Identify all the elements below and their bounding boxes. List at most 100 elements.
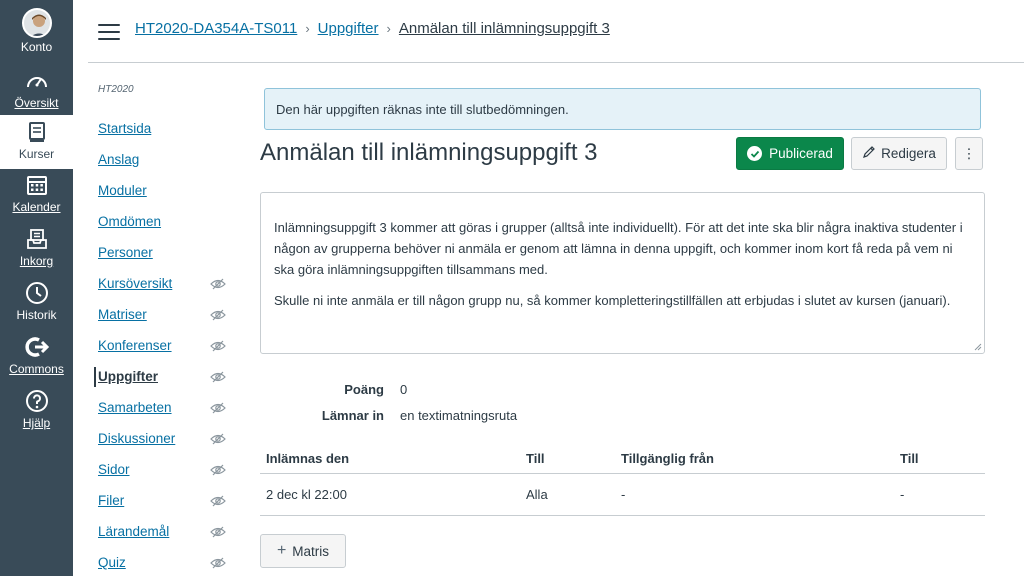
eye-slash-icon xyxy=(210,340,226,351)
eye-slash-icon xyxy=(210,309,226,320)
eye-slash-icon xyxy=(210,402,226,413)
course-nav-item[interactable]: Samarbeten xyxy=(98,392,238,423)
course-nav-item[interactable]: Sidor xyxy=(98,454,238,485)
eye-slash-icon xyxy=(210,526,226,537)
global-nav: Konto Översikt Kurser Kalender Inkorg Hi… xyxy=(0,0,73,576)
cell-until: - xyxy=(900,487,905,502)
breadcrumb-current[interactable]: Anmälan till inlämningsuppgift 3 xyxy=(399,20,610,37)
course-nav-list: Startsida Anslag Moduler Omdömen Personer Kur… xyxy=(94,113,238,576)
breadcrumb-assignments-link[interactable]: Uppgifter xyxy=(318,20,379,37)
course-nav-item[interactable]: Kursöversikt xyxy=(98,268,238,299)
more-options-button[interactable]: ⋮ xyxy=(955,137,983,170)
table-header-row: Inlämnas den Till Tillgänglig från Till xyxy=(260,444,985,474)
course-nav-item[interactable]: Matriser xyxy=(98,299,238,330)
course-nav-item[interactable]: Konferenser xyxy=(98,330,238,361)
due-dates-table: Inlämnas den Till Tillgänglig från Till … xyxy=(260,444,985,516)
course-nav-item-label: Anslag xyxy=(98,152,140,167)
eye-slash-icon xyxy=(210,495,226,506)
course-nav-item[interactable]: Anslag xyxy=(98,144,238,175)
global-nav-commons[interactable]: Commons xyxy=(0,330,73,384)
course-nav-item-label: Moduler xyxy=(98,183,147,198)
eye-slash-icon xyxy=(210,464,226,475)
global-nav-inbox[interactable]: Inkorg xyxy=(0,222,73,276)
pencil-icon xyxy=(862,145,881,162)
edit-label: Redigera xyxy=(881,146,936,161)
course-nav-item[interactable]: Filer xyxy=(98,485,238,516)
edit-button[interactable]: Redigera xyxy=(851,137,947,170)
submission-type-label: Lämnar in xyxy=(321,407,384,423)
cell-for: Alla xyxy=(526,487,548,502)
course-nav-item-label: Personer xyxy=(98,245,153,260)
course-nav-item[interactable]: Diskussioner xyxy=(98,423,238,454)
assignment-title: Anmälan till inlämningsuppgift 3 xyxy=(260,139,598,166)
global-nav-calendar[interactable]: Kalender xyxy=(0,168,73,222)
course-nav-item[interactable]: Omdömen xyxy=(98,206,238,237)
calendar-icon xyxy=(24,172,50,198)
course-nav-item-label: Startsida xyxy=(98,121,152,136)
course-nav-item-label: Sidor xyxy=(98,462,130,477)
assignment-description: Inlämningsuppgift 3 kommer att göras i g… xyxy=(260,192,985,354)
course-nav-item[interactable]: Quiz xyxy=(98,547,238,576)
breadcrumb: HT2020-DA354A-TS011 › Uppgifter › Anmäla… xyxy=(135,20,610,37)
course-nav-item-label: Quiz xyxy=(98,555,126,570)
eye-slash-icon xyxy=(210,278,226,289)
dashboard-icon xyxy=(24,68,50,94)
breadcrumb-separator: › xyxy=(305,21,310,36)
eye-slash-icon xyxy=(210,371,226,382)
eye-slash-icon xyxy=(210,433,226,444)
cell-available-from: - xyxy=(621,487,626,502)
course-nav-item[interactable]: Lärandemål xyxy=(98,516,238,547)
course-nav-item-label: Lärandemål xyxy=(98,524,170,539)
course-nav-item[interactable]: Startsida xyxy=(98,113,238,144)
description-paragraph: Skulle ni inte anmäla er till någon grup… xyxy=(274,293,951,308)
breadcrumb-course-link[interactable]: HT2020-DA354A-TS011 xyxy=(135,20,297,37)
cell-due-date: 2 dec kl 22:00 xyxy=(266,487,347,502)
column-header-available-from: Tillgänglig från xyxy=(621,451,714,466)
global-nav-help[interactable]: Hjälp xyxy=(0,384,73,438)
more-vertical-icon: ⋮ xyxy=(962,145,976,161)
course-nav-item-label: Uppgifter xyxy=(98,369,158,384)
book-icon xyxy=(24,119,50,145)
breadcrumb-separator: › xyxy=(386,21,391,36)
plus-icon: + xyxy=(276,542,287,559)
course-nav-item-label: Matriser xyxy=(98,307,147,322)
global-nav-account-label: Konto xyxy=(20,40,53,54)
published-label: Publicerad xyxy=(769,146,833,161)
grading-notice: Den här uppgiften räknas inte till slutb… xyxy=(264,88,981,130)
global-nav-account[interactable]: Konto xyxy=(0,2,73,56)
course-nav-item-label: Konferenser xyxy=(98,338,172,353)
course-nav: HT2020 Startsida Anslag Moduler Omdömen Pers… xyxy=(94,84,238,576)
add-rubric-button[interactable]: + Matris xyxy=(260,534,346,568)
published-button[interactable]: Publicerad xyxy=(736,137,844,170)
column-header-until: Till xyxy=(900,451,919,466)
course-menu-toggle[interactable] xyxy=(98,24,120,40)
resize-handle-icon[interactable] xyxy=(974,343,982,351)
points-row: Poäng 0 xyxy=(260,376,517,402)
course-nav-item[interactable]: Moduler xyxy=(98,175,238,206)
global-nav-inbox-label: Inkorg xyxy=(19,254,54,268)
global-nav-help-label: Hjälp xyxy=(22,416,51,430)
column-header-due: Inlämnas den xyxy=(266,451,350,466)
global-nav-courses-label: Kurser xyxy=(18,147,55,161)
global-nav-calendar-label: Kalender xyxy=(12,200,61,214)
eye-slash-icon xyxy=(210,557,226,568)
description-paragraph: Inlämningsuppgift 3 kommer att göras i g… xyxy=(274,220,963,277)
clock-icon xyxy=(24,280,50,306)
global-nav-courses[interactable]: Kurser xyxy=(0,115,73,169)
submission-type-value: en textimatningsruta xyxy=(400,407,518,423)
rubric-label: Matris xyxy=(292,543,330,559)
global-nav-dashboard[interactable]: Översikt xyxy=(0,64,73,118)
inbox-icon xyxy=(24,226,50,252)
course-nav-item[interactable]: Personer xyxy=(98,237,238,268)
global-nav-commons-label: Commons xyxy=(9,362,64,376)
points-label: Poäng xyxy=(344,381,384,397)
avatar xyxy=(21,8,52,38)
submission-type-row: Lämnar in en textimatningsruta xyxy=(260,402,517,428)
app-root: Konto Översikt Kurser Kalender Inkorg Hi… xyxy=(0,0,1024,576)
course-nav-item[interactable]: Uppgifter xyxy=(94,361,238,392)
table-row: 2 dec kl 22:00 Alla - - xyxy=(260,474,985,516)
column-header-for: Till xyxy=(526,451,545,466)
course-term: HT2020 xyxy=(98,84,134,95)
global-nav-history-label: Historik xyxy=(16,308,57,322)
global-nav-history[interactable]: Historik xyxy=(0,276,73,330)
